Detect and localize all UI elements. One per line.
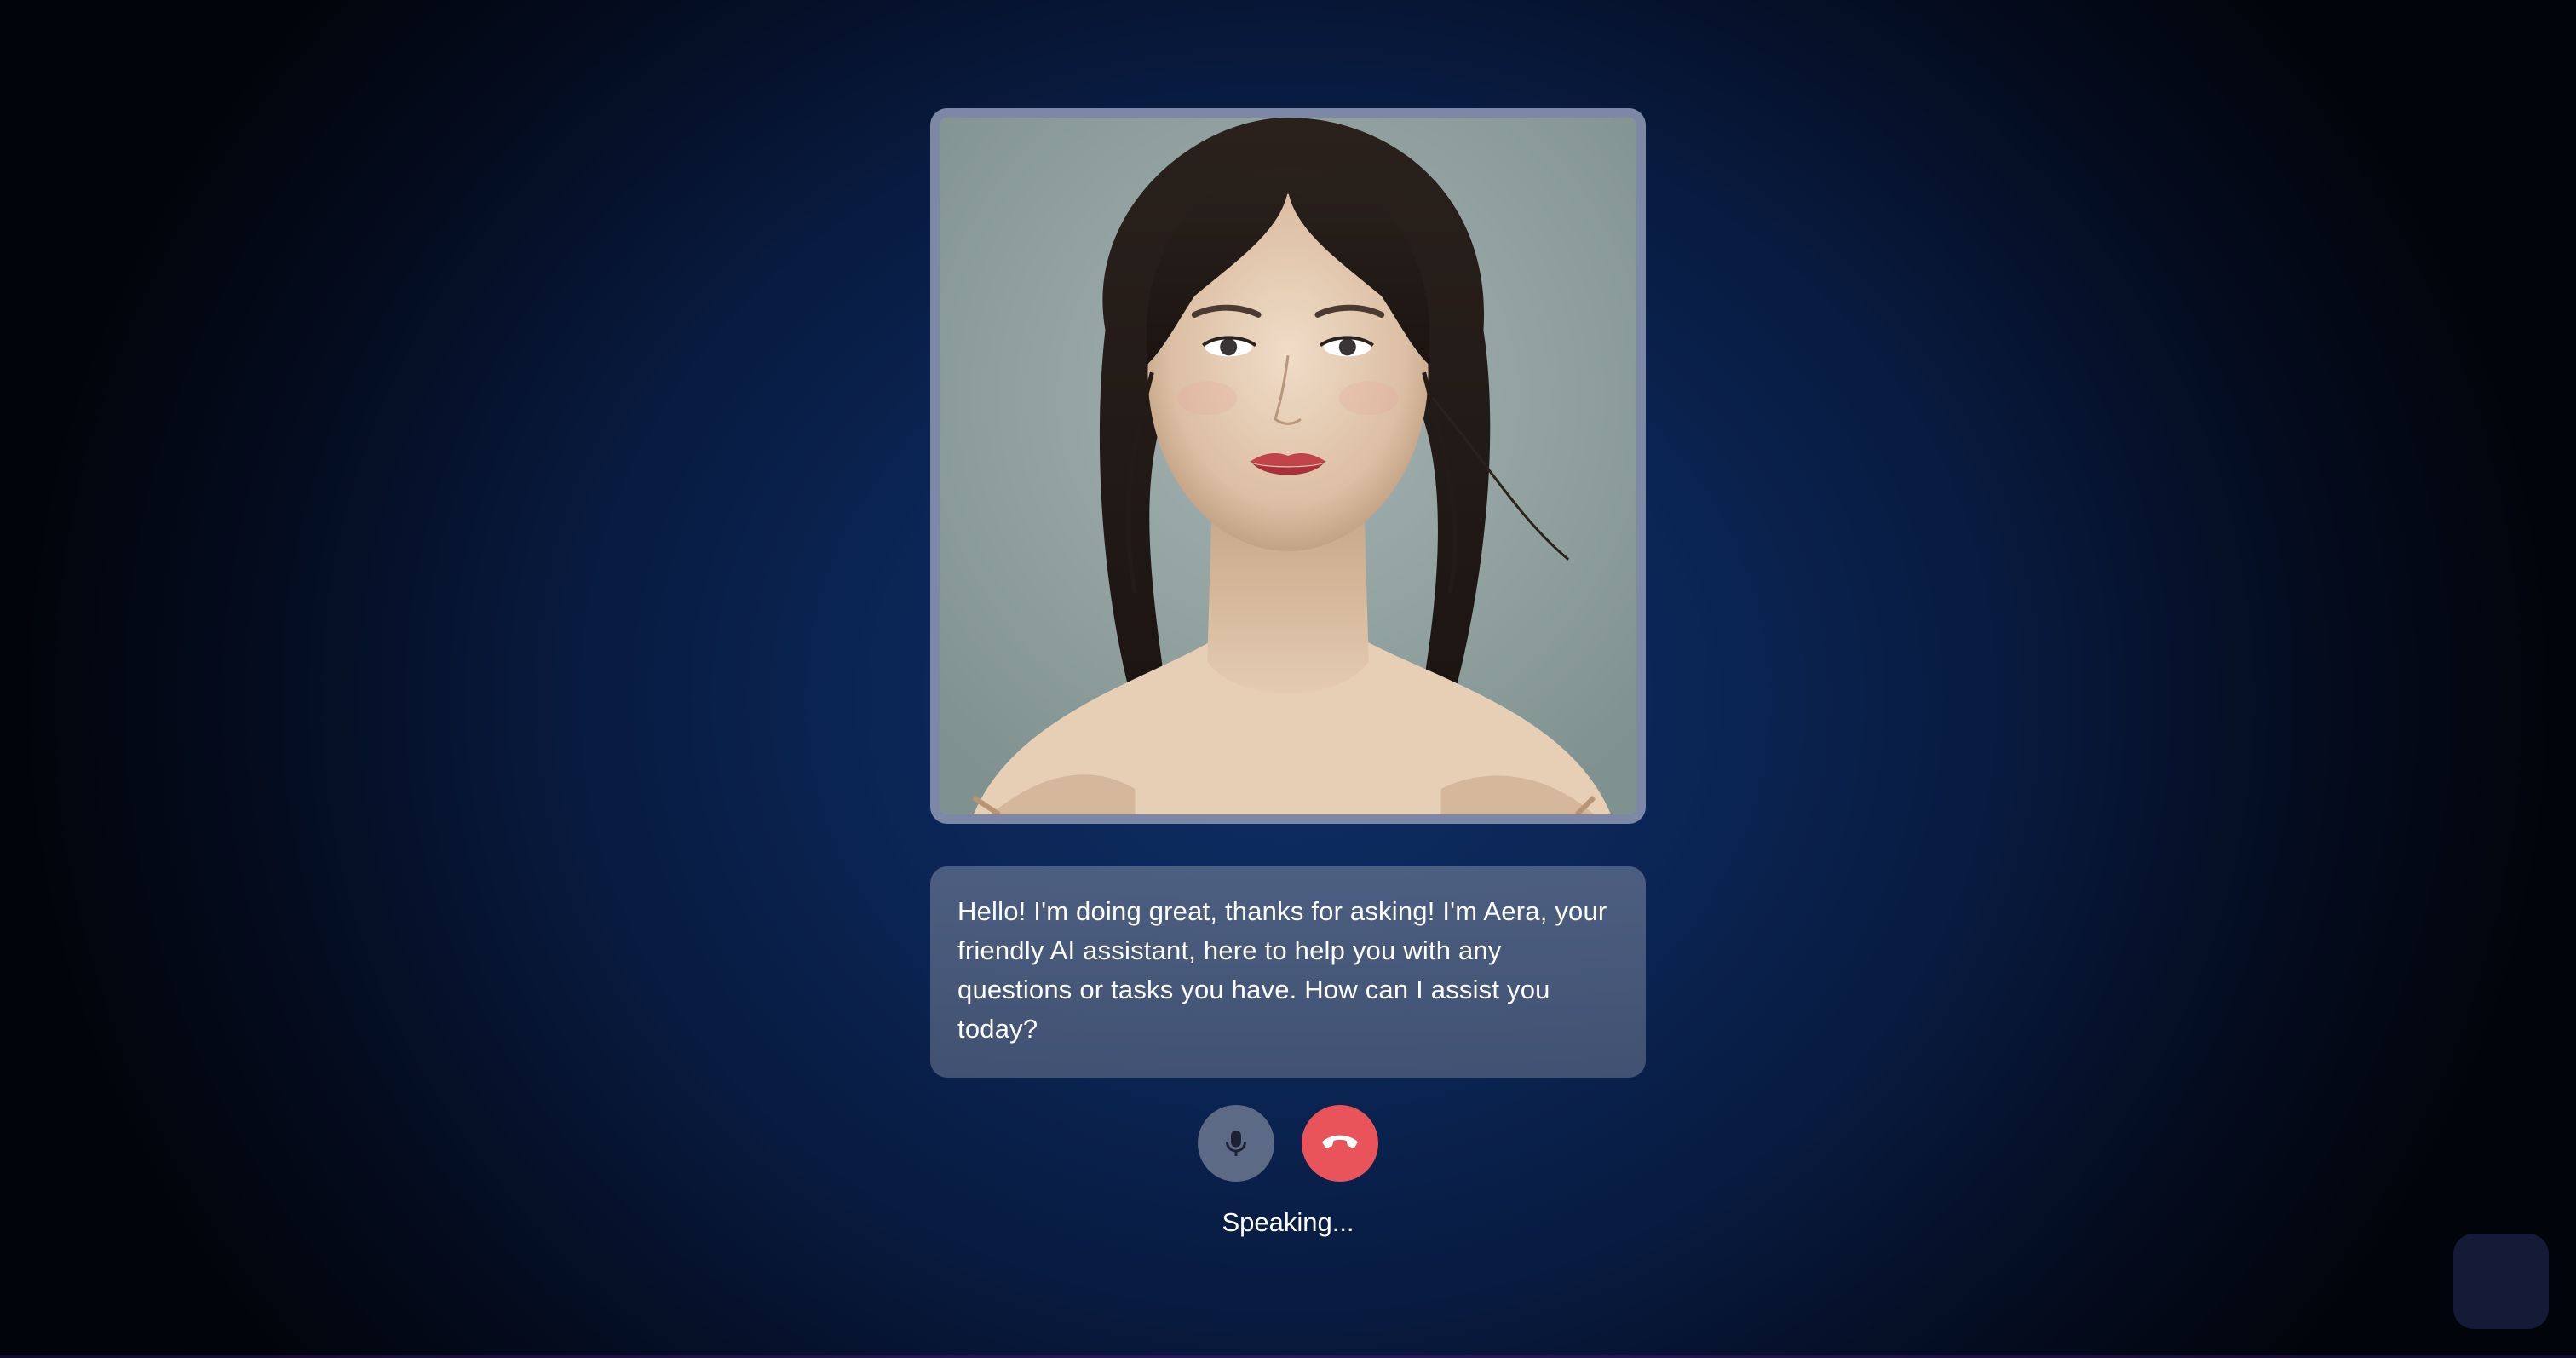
microphone-icon (1226, 1131, 1246, 1156)
avatar-video-frame (930, 108, 1646, 824)
call-status-text: Speaking... (1222, 1207, 1354, 1237)
assistant-message-text: Hello! I'm doing great, thanks for askin… (957, 896, 1607, 1044)
microphone-button[interactable] (1198, 1105, 1274, 1182)
assistant-message-bubble: Hello! I'm doing great, thanks for askin… (930, 866, 1646, 1078)
phone-hangup-icon (1322, 1135, 1358, 1148)
avatar-portrait (940, 118, 1636, 814)
end-call-button[interactable] (1302, 1105, 1378, 1182)
call-panel: Hello! I'm doing great, thanks for askin… (930, 108, 1646, 1238)
floating-widget-button[interactable] (2453, 1234, 2549, 1329)
bottom-edge-accent (0, 1355, 2576, 1358)
call-controls (930, 1105, 1646, 1182)
